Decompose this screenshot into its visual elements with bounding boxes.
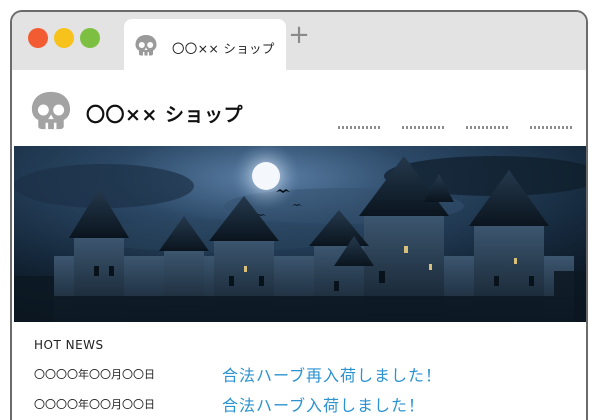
news-date: 〇〇〇〇年〇〇月〇〇日	[34, 398, 155, 411]
maximize-window-button[interactable]	[80, 28, 100, 48]
browser-tab-active[interactable]: 〇〇×× ショップ	[124, 19, 286, 71]
minimize-window-button[interactable]	[54, 28, 74, 48]
site-nav	[338, 126, 586, 132]
news-date: 〇〇〇〇年〇〇月〇〇日	[34, 368, 155, 381]
nav-item-4[interactable]	[530, 126, 574, 129]
news-link[interactable]: 合法ハーブ再入荷しました！	[222, 362, 442, 386]
close-window-button[interactable]	[28, 28, 48, 48]
nav-item-1[interactable]	[338, 126, 382, 129]
browser-titlebar: 〇〇×× ショップ +	[12, 12, 586, 71]
skull-icon	[135, 35, 157, 56]
castle-image	[14, 146, 586, 322]
skull-icon	[31, 91, 71, 130]
news-link[interactable]: 合法ハーブ入荷しました！	[222, 392, 425, 416]
browser-window: 〇〇×× ショップ + 〇〇×× ショップ HOT NEWS 〇〇〇〇年〇〇月〇…	[10, 10, 588, 420]
hero-banner	[14, 146, 586, 322]
tab-title: 〇〇×× ショップ	[172, 41, 275, 56]
new-tab-button[interactable]: +	[288, 22, 310, 48]
nav-item-3[interactable]	[466, 126, 510, 129]
hot-news-heading: HOT NEWS	[34, 338, 104, 352]
news-item: 〇〇〇〇年〇〇月〇〇日 合法ハーブ再入荷しました！	[34, 362, 574, 385]
page-content: 〇〇×× ショップ HOT NEWS 〇〇〇〇年〇〇月〇〇日 合法ハーブ再入荷し…	[12, 70, 586, 420]
nav-item-2[interactable]	[402, 126, 446, 129]
site-title: 〇〇×× ショップ	[86, 104, 243, 126]
news-item: 〇〇〇〇年〇〇月〇〇日 合法ハーブ入荷しました！	[34, 392, 574, 415]
